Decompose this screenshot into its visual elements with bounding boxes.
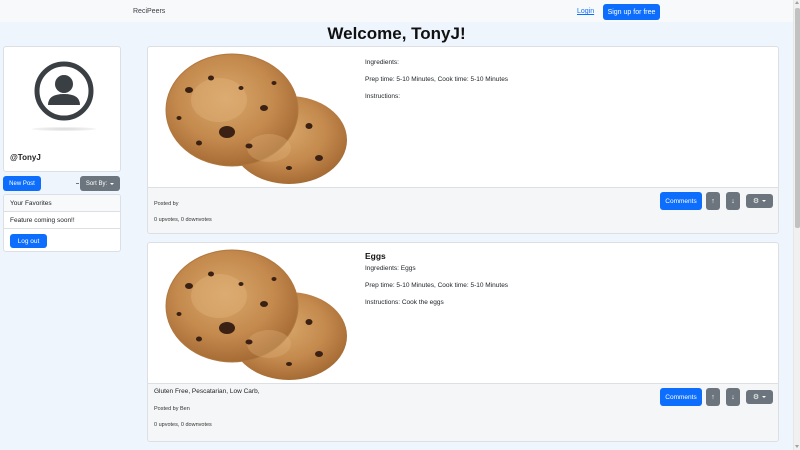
recipe-body: Ingredients: Prep time: 5-10 Minutes, Co…	[365, 55, 765, 110]
sort-by-label: Sort By:	[85, 180, 108, 187]
sort-by-dropdown[interactable]: Sort By:	[80, 176, 120, 191]
posted-by-label: Posted by	[154, 201, 179, 207]
divider	[76, 183, 79, 184]
recipe-body: Eggs Ingredients: Eggs Prep time: 5-10 M…	[365, 251, 765, 316]
recipe-instructions: Instructions:	[365, 93, 401, 100]
diet-tags: Gluten Free, Pescatarian, Low Carb,	[154, 388, 260, 395]
caret-down-icon	[762, 200, 767, 202]
top-navbar: ReciPeers Login Sign up for free	[0, 0, 793, 22]
caret-down-icon	[762, 396, 767, 398]
recipe-post-card: Ingredients: Prep time: 5-10 Minutes, Co…	[147, 46, 779, 234]
recipe-post-card: Eggs Ingredients: Eggs Prep time: 5-10 M…	[147, 242, 779, 442]
upvote-button[interactable]: ↑	[706, 192, 720, 210]
recipe-times: Prep time: 5-10 Minutes, Cook time: 5-10…	[365, 282, 509, 289]
upvote-button[interactable]: ↑	[706, 388, 720, 406]
new-post-button[interactable]: New Post	[3, 176, 41, 191]
post-footer: Posted by 0 upvotes, 0 downvotes Comment…	[148, 187, 778, 233]
post-settings-dropdown[interactable]: ⚙	[746, 194, 773, 208]
recipe-times: Prep time: 5-10 Minutes, Cook time: 5-10…	[365, 76, 509, 83]
page-title: Welcome, TonyJ!	[327, 24, 466, 43]
recipe-ingredients: Ingredients: Eggs	[365, 265, 416, 272]
scroll-up-icon[interactable]	[795, 1, 799, 4]
recipe-image	[149, 244, 359, 383]
avatar-shadow	[32, 127, 96, 131]
login-link[interactable]: Login	[577, 8, 594, 15]
recipe-title: Eggs	[365, 251, 386, 261]
gear-icon: ⚙	[752, 394, 760, 401]
scroll-down-icon[interactable]	[795, 445, 799, 448]
scrollbar-thumb[interactable]	[795, 8, 800, 228]
vote-count: 0 upvotes, 0 downvotes	[154, 422, 212, 428]
downvote-button[interactable]: ↓	[726, 388, 740, 406]
page-scrollbar[interactable]	[793, 0, 800, 450]
brand-link[interactable]: ReciPeers	[133, 8, 165, 15]
recipe-ingredients: Ingredients:	[365, 59, 399, 66]
profile-card: @TonyJ	[3, 46, 121, 172]
favorites-header: Your Favorites	[4, 195, 120, 212]
signup-button[interactable]: Sign up for free	[603, 4, 660, 20]
posted-by-label: Posted by Ben	[154, 406, 190, 412]
recipe-image	[149, 48, 359, 187]
caret-down-icon	[110, 182, 115, 185]
comments-button[interactable]: Comments	[660, 192, 702, 210]
downvote-button[interactable]: ↓	[726, 192, 740, 210]
post-settings-dropdown[interactable]: ⚙	[746, 390, 773, 404]
comments-button[interactable]: Comments	[660, 388, 702, 406]
logout-button[interactable]: Log out	[10, 234, 47, 248]
recipe-instructions: Instructions: Cook the eggs	[365, 299, 444, 306]
favorites-placeholder: Feature coming soon!!	[4, 212, 120, 229]
vote-count: 0 upvotes, 0 downvotes	[154, 217, 212, 223]
user-avatar-icon	[34, 61, 94, 121]
post-footer: Gluten Free, Pescatarian, Low Carb, Post…	[148, 383, 778, 441]
username-label: @TonyJ	[10, 153, 41, 162]
gear-icon: ⚙	[752, 198, 760, 205]
favorites-card: Your Favorites Feature coming soon!! Log…	[3, 194, 121, 252]
